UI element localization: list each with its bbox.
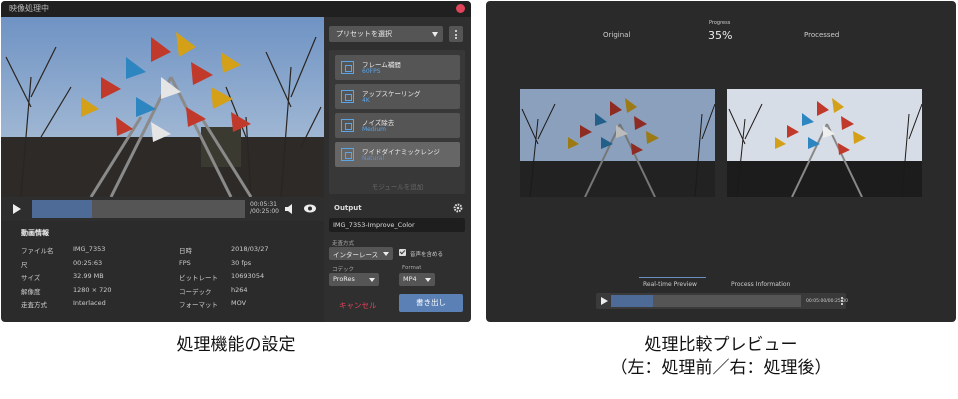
- play-icon[interactable]: [601, 297, 608, 305]
- more-vertical-icon[interactable]: [841, 297, 843, 306]
- info-label: サイズ: [21, 274, 41, 282]
- info-label: FPS: [179, 258, 191, 267]
- export-button[interactable]: 書き出し: [399, 294, 463, 312]
- time-display: 00:05:31 /00:25:00: [250, 201, 279, 215]
- info-value: 30 fps: [231, 258, 252, 267]
- tab-process-information[interactable]: Process Information: [731, 281, 790, 288]
- processing-window: 映像処理中 00:05:31 /00:25:00 動画情報 ファイル名 IMG_…: [1, 1, 471, 322]
- output-filename-field[interactable]: IMG_7353-Improve_Color: [329, 218, 465, 232]
- chevron-down-icon: [383, 252, 389, 256]
- info-value: Interlaced: [73, 299, 106, 307]
- video-preview: [1, 17, 324, 197]
- play-icon[interactable]: [13, 204, 21, 214]
- info-value: 32.99 MB: [73, 272, 104, 280]
- current-time: 00:05:31: [250, 201, 277, 208]
- module-list: フレーム補間 60FPS アップスケーリング 4K ノイズ除去 Medium ワ…: [329, 50, 465, 194]
- module-name: アップスケーリング: [362, 90, 421, 98]
- title-bar: 映像処理中: [1, 1, 471, 17]
- close-icon[interactable]: [456, 4, 465, 13]
- info-label: 尺: [21, 260, 28, 269]
- info-label: ファイル名: [21, 247, 54, 255]
- more-options-button[interactable]: [449, 26, 463, 42]
- codec-label: コデック: [332, 267, 355, 273]
- codec-value: ProRes: [333, 275, 355, 283]
- module-value: 60FPS: [362, 68, 381, 75]
- player-controls: 00:05:31 /00:25:00: [1, 197, 324, 221]
- processed-thumbnail: [727, 89, 922, 197]
- eye-icon[interactable]: [304, 204, 316, 213]
- active-tab-indicator: [639, 277, 706, 278]
- info-label: フォーマット: [179, 301, 218, 309]
- scan-mode-select[interactable]: インターレース: [329, 247, 393, 260]
- window-title: 映像処理中: [9, 4, 49, 13]
- right-caption-line1: 処理比較プレビュー: [644, 335, 798, 355]
- video-info-heading: 動画情報: [21, 229, 49, 237]
- module-item[interactable]: アップスケーリング 4K: [335, 84, 460, 109]
- time-display: 00:05:00/00:25:00: [806, 299, 848, 304]
- denoise-icon: [341, 119, 354, 132]
- info-label: 日時: [179, 247, 192, 255]
- info-value: IMG_7353: [73, 245, 106, 253]
- preview-player-controls: 00:05:00/00:25:00: [596, 293, 848, 309]
- chevron-down-icon: [369, 278, 375, 282]
- module-value: 4K: [362, 97, 370, 104]
- chevron-down-icon: [432, 32, 438, 37]
- total-time: /00:25:00: [250, 208, 279, 215]
- module-value: Natural: [362, 155, 385, 162]
- volume-icon[interactable]: [285, 204, 293, 214]
- codec-select[interactable]: ProRes: [329, 273, 379, 286]
- original-label: Original: [603, 31, 631, 39]
- seek-bar[interactable]: [32, 200, 245, 218]
- original-image: [520, 89, 715, 197]
- info-label: コーデック: [179, 287, 212, 296]
- module-item[interactable]: ワイドダイナミックレンジ Natural: [335, 142, 460, 167]
- original-thumbnail: [520, 89, 715, 197]
- preset-select-label: プリセットを選択: [336, 30, 392, 38]
- module-item[interactable]: フレーム補間 60FPS: [335, 55, 460, 80]
- module-item[interactable]: ノイズ除去 Medium: [335, 113, 460, 138]
- video-frame-image: [1, 17, 324, 197]
- info-label: 解像度: [21, 287, 41, 296]
- progress-label: Progress: [709, 20, 731, 26]
- info-label: 走査方式: [21, 301, 47, 309]
- cancel-button[interactable]: キャンセル: [339, 300, 377, 311]
- include-audio-checkbox[interactable]: [399, 249, 406, 256]
- tab-realtime-preview[interactable]: Real-time Preview: [643, 281, 697, 288]
- wdr-icon: [341, 148, 354, 161]
- scan-mode-label: 走査方式: [332, 241, 355, 247]
- right-caption-line2: （左：処理前／右：処理後）: [610, 358, 832, 378]
- chevron-down-icon: [425, 278, 431, 282]
- info-value: 10693054: [231, 272, 265, 280]
- progress-value: 35%: [708, 29, 733, 42]
- gear-icon[interactable]: [453, 203, 463, 213]
- processed-image: [727, 89, 922, 197]
- output-filename-value: IMG_7353-Improve_Color: [333, 221, 415, 229]
- info-value: h264: [231, 285, 248, 294]
- seek-bar-fill: [611, 295, 653, 307]
- add-module-button[interactable]: モジュールを追加: [335, 181, 460, 194]
- scan-mode-value: インターレース: [333, 251, 379, 259]
- left-caption: 処理機能の設定: [176, 335, 296, 355]
- frame-interpolation-icon: [341, 61, 354, 74]
- info-value: 2018/03/27: [231, 245, 269, 253]
- preset-select[interactable]: プリセットを選択: [329, 26, 443, 42]
- upscaling-icon: [341, 90, 354, 103]
- seek-bar-fill: [32, 200, 92, 218]
- format-label: Format: [402, 265, 422, 271]
- info-value: 1280 × 720: [73, 285, 112, 294]
- info-label: ビットレート: [179, 274, 218, 282]
- format-select[interactable]: MP4: [399, 273, 435, 286]
- comparison-preview-window: Original Progress 35% Processed Real-tim…: [486, 1, 956, 322]
- seek-bar[interactable]: [611, 295, 801, 307]
- settings-sidebar: プリセットを選択 フレーム補間 60FPS アップスケーリング 4K ノイズ除去…: [324, 17, 471, 322]
- output-heading: Output: [334, 204, 362, 212]
- module-value: Medium: [362, 126, 386, 133]
- processed-label: Processed: [804, 31, 840, 39]
- format-value: MP4: [403, 275, 417, 283]
- info-value: 00:25:63: [73, 258, 103, 267]
- more-vertical-icon: [455, 30, 457, 32]
- info-value: MOV: [231, 299, 247, 307]
- include-audio-label: 音声を含める: [410, 252, 444, 258]
